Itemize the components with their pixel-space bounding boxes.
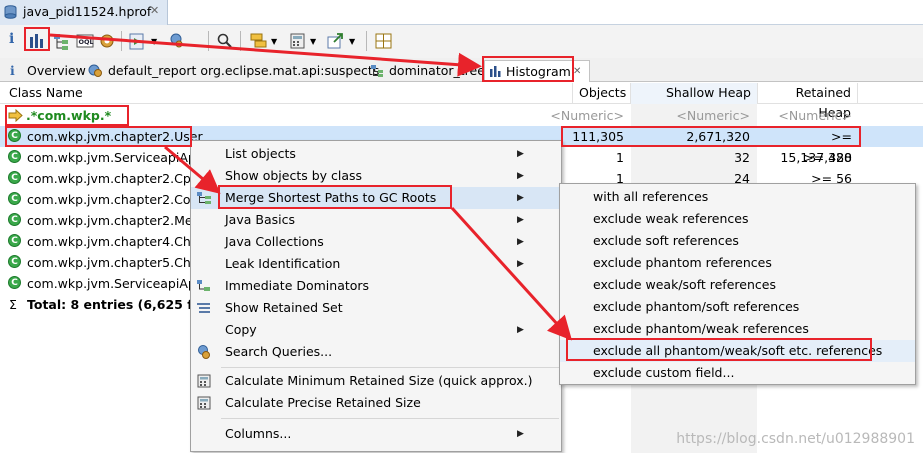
watermark: https://blog.csdn.net/u012988901 [676,431,915,447]
annotation-arrows [49,33,573,341]
arrow-row-to-menu [164,145,221,194]
arrow-toolbar-to-histogram-tab [49,33,482,77]
arrow-menu-to-submenu [450,206,573,341]
